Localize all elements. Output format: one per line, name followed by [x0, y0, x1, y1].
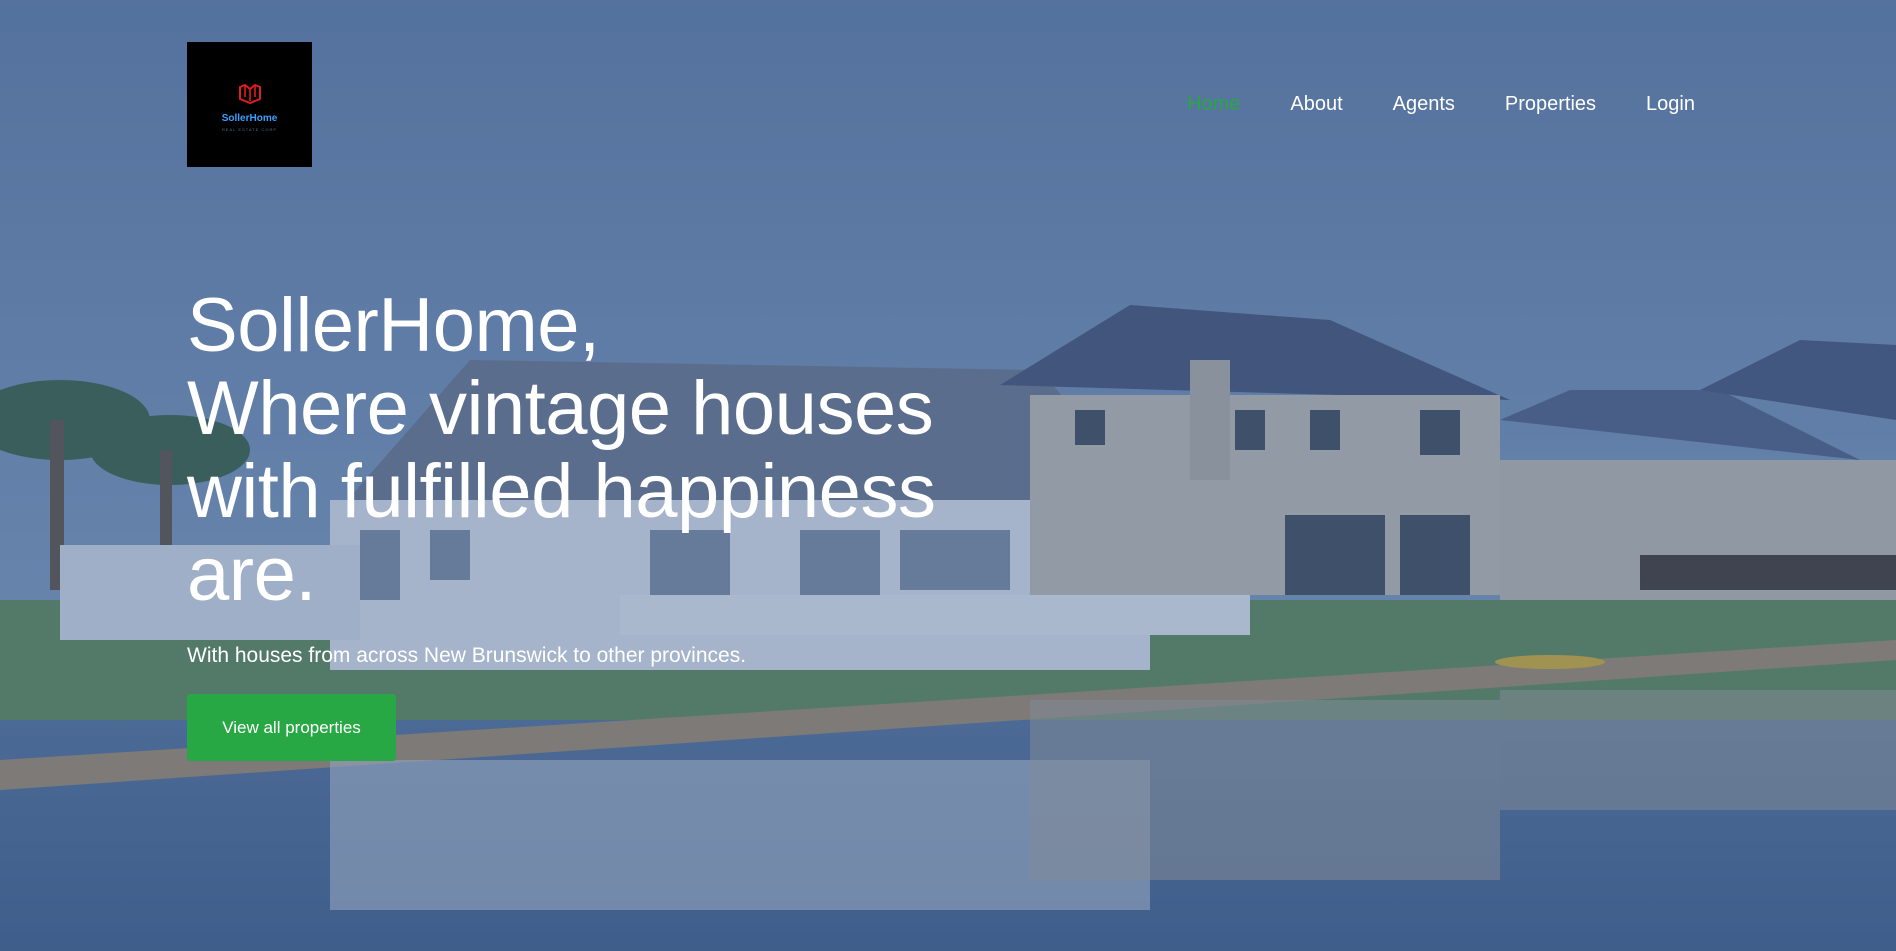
- hero-title-line-3: with fulfilled happiness: [187, 449, 936, 534]
- nav-link-about[interactable]: About: [1290, 90, 1342, 118]
- logo-name: SollerHome: [221, 113, 278, 124]
- site-logo[interactable]: SollerHome REAL ESTATE CORP: [187, 42, 312, 167]
- hero-subtitle: With houses from across New Brunswick to…: [187, 644, 747, 667]
- nav-link-login[interactable]: Login: [1646, 90, 1695, 118]
- nav-link-home[interactable]: Home: [1187, 90, 1240, 118]
- hero-title-line-4: are.: [187, 532, 316, 617]
- hero-title-line-2: Where vintage houses: [187, 366, 934, 451]
- nav-link-properties[interactable]: Properties: [1505, 90, 1596, 118]
- logo-tagline: REAL ESTATE CORP: [221, 127, 278, 132]
- view-all-properties-button[interactable]: View all properties: [187, 694, 396, 761]
- hero-title: SollerHome, Where vintage houses with fu…: [187, 284, 1027, 616]
- hero-title-line-1: SollerHome,: [187, 283, 600, 368]
- nav-link-agents[interactable]: Agents: [1393, 90, 1455, 118]
- logo-mark-icon: [238, 83, 262, 110]
- main-nav: Home About Agents Properties Login: [1187, 90, 1695, 118]
